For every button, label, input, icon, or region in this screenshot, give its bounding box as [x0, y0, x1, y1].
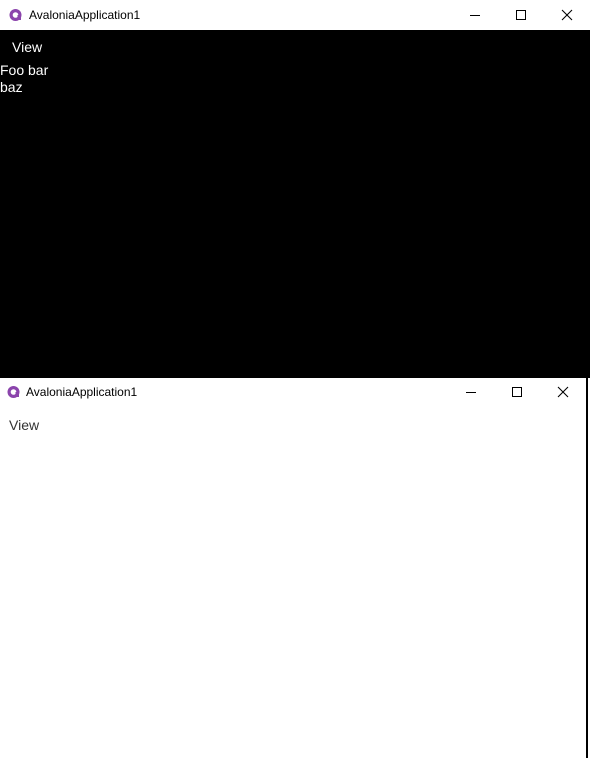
title-bar[interactable]: AvaloniaApplication1 [0, 378, 586, 406]
menu-item-view[interactable]: View [4, 31, 50, 63]
window-title: AvaloniaApplication1 [26, 385, 138, 399]
content-line-1: Foo bar [0, 62, 49, 78]
minimize-icon [470, 15, 480, 16]
minimize-button[interactable] [448, 378, 494, 406]
maximize-button[interactable] [494, 378, 540, 406]
avalonia-logo-icon [6, 384, 22, 400]
title-bar[interactable]: AvaloniaApplication1 [0, 0, 590, 30]
maximize-icon [516, 10, 526, 20]
minimize-button[interactable] [452, 0, 498, 30]
dark-window: AvaloniaApplication1 View Foo bar baz [0, 0, 590, 378]
close-icon [557, 386, 569, 398]
content-line-2: baz [0, 79, 23, 95]
minimize-icon [466, 392, 476, 393]
window-title: AvaloniaApplication1 [29, 8, 141, 22]
close-button[interactable] [544, 0, 590, 30]
caption-buttons [448, 378, 586, 406]
light-window: AvaloniaApplication1 View [0, 378, 588, 758]
menu-bar: View [0, 406, 586, 438]
avalonia-logo-icon [8, 7, 24, 23]
close-button[interactable] [540, 378, 586, 406]
menu-item-view[interactable]: View [1, 409, 47, 441]
menu-bar: View [0, 30, 590, 62]
maximize-button[interactable] [498, 0, 544, 30]
close-icon [561, 9, 573, 21]
maximize-icon [512, 387, 522, 397]
caption-buttons [452, 0, 590, 30]
content-text: Foo bar baz [0, 62, 48, 96]
